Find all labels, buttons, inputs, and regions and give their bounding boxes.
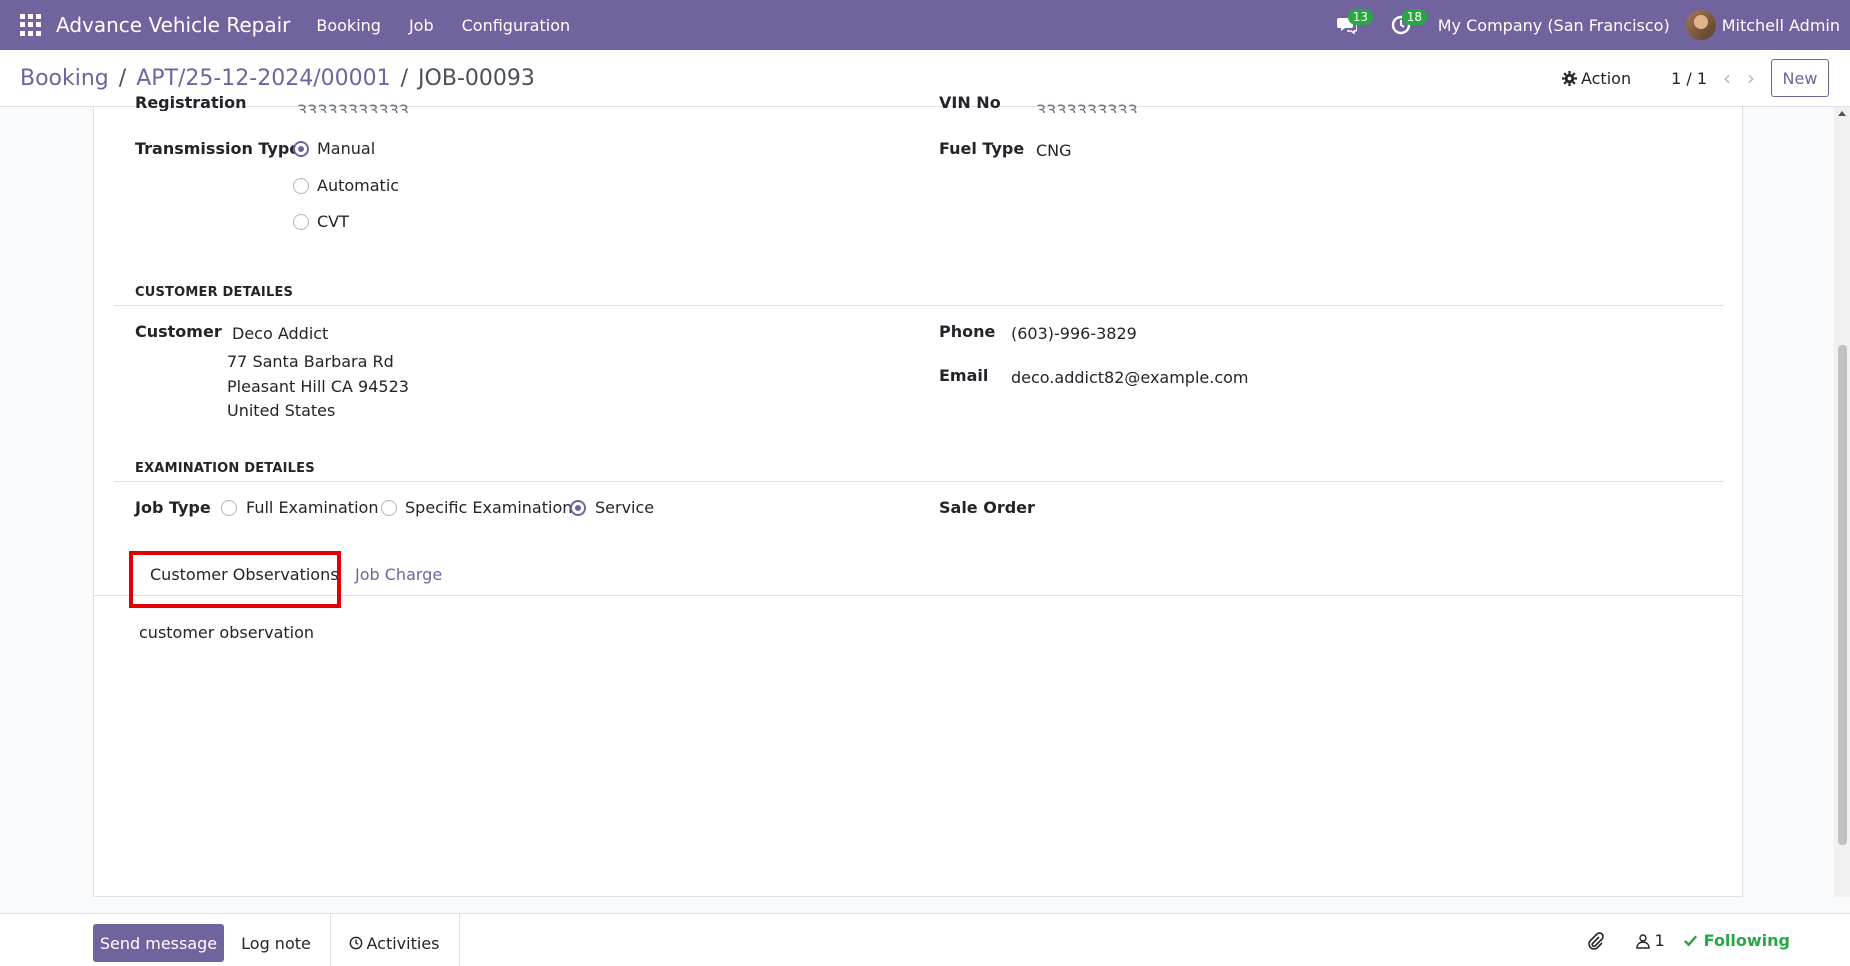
user-menu[interactable]: Mitchell Admin — [1722, 16, 1840, 35]
job-type-full-examination-radio[interactable] — [221, 500, 237, 516]
navbar-systray: 13 18 My Company (San Francisco) Mitchel… — [1320, 0, 1850, 50]
transmission-manual-label[interactable]: Manual — [317, 139, 375, 158]
pager-next-icon[interactable]: › — [1747, 66, 1755, 90]
activities-label: Activities — [366, 933, 440, 953]
breadcrumb-separator: / — [400, 65, 409, 91]
followers-button[interactable]: 1 — [1635, 931, 1665, 950]
customer-address-line: Pleasant Hill CA 94523 — [227, 377, 409, 396]
vin-value[interactable]: 3333333333 — [1036, 99, 1138, 113]
scroll-up-icon[interactable] — [1838, 111, 1846, 116]
avatar[interactable] — [1685, 10, 1716, 40]
messages-count-badge: 13 — [1347, 9, 1374, 25]
transmission-automatic-label[interactable]: Automatic — [317, 176, 399, 195]
activities-count-badge: 18 — [1401, 9, 1428, 25]
transmission-type-label: Transmission Type — [135, 139, 301, 158]
gear-icon — [1561, 70, 1577, 86]
breadcrumb-booking[interactable]: Booking — [20, 66, 109, 91]
menu-item-booking[interactable]: Booking — [302, 16, 395, 35]
company-switcher[interactable]: My Company (San Francisco) — [1438, 16, 1670, 35]
activities-button[interactable]: Activities — [344, 924, 444, 962]
breadcrumb-appointment[interactable]: APT/25-12-2024/00001 — [136, 66, 390, 91]
chatter-divider — [330, 914, 331, 966]
following-label: Following — [1703, 931, 1790, 950]
app-title[interactable]: Advance Vehicle Repair — [56, 13, 290, 37]
customer-section-divider — [114, 305, 1724, 306]
examination-section-title: EXAMINATION DETAILES — [135, 461, 315, 476]
chatter-bar: Send message Log note Activities 1 Follo… — [0, 913, 1850, 966]
customer-address-line: 77 Santa Barbara Rd — [227, 352, 394, 371]
following-button[interactable]: Following — [1683, 931, 1790, 950]
tab-job-charge[interactable]: Job Charge — [355, 565, 442, 584]
top-navbar: Advance Vehicle Repair Booking Job Confi… — [0, 0, 1850, 50]
user-icon — [1636, 933, 1651, 949]
transmission-cvt-label[interactable]: CVT — [317, 212, 349, 231]
paperclip-icon[interactable] — [1585, 931, 1605, 951]
customer-address-line: United States — [227, 401, 336, 420]
fuel-type-label: Fuel Type — [939, 139, 1025, 158]
apps-menu-icon[interactable] — [20, 14, 42, 36]
fuel-type-value[interactable]: CNG — [1036, 141, 1072, 160]
chatter-divider — [459, 914, 460, 966]
customer-observations-content[interactable]: customer observation — [139, 623, 314, 642]
email-value[interactable]: deco.addict82@example.com — [1011, 368, 1249, 387]
new-button[interactable]: New — [1771, 59, 1829, 97]
sale-order-label: Sale Order — [939, 498, 1035, 517]
job-type-service-radio[interactable] — [570, 500, 586, 516]
action-label: Action — [1580, 68, 1632, 88]
messages-button[interactable]: 13 — [1320, 0, 1374, 50]
breadcrumb: Booking / APT/25-12-2024/00001 / JOB-000… — [20, 66, 535, 91]
transmission-cvt-radio[interactable] — [293, 214, 309, 230]
phone-value[interactable]: (603)-996-3829 — [1011, 324, 1137, 343]
customer-label: Customer — [135, 322, 222, 341]
vin-label: VIN No — [939, 95, 1001, 111]
check-icon — [1683, 935, 1697, 947]
menu-item-job[interactable]: Job — [395, 16, 448, 35]
customer-section-title: CUSTOMER DETAILES — [135, 285, 294, 300]
send-message-button[interactable]: Send message — [93, 924, 224, 962]
phone-label: Phone — [939, 322, 996, 341]
main-menu: Booking Job Configuration — [302, 16, 584, 35]
transmission-automatic-radio[interactable] — [293, 178, 309, 194]
breadcrumb-separator: / — [118, 65, 127, 91]
customer-name-link[interactable]: Deco Addict — [232, 324, 328, 343]
registration-value[interactable]: 33333333333 — [297, 99, 409, 113]
job-type-full-examination-label[interactable]: Full Examination — [246, 498, 378, 517]
job-type-label: Job Type — [135, 498, 211, 517]
control-actions: Action 1 / 1 ‹ › New — [1561, 59, 1829, 97]
chatter-right-actions: 1 Following — [1585, 914, 1850, 966]
action-menu-button[interactable]: Action — [1561, 68, 1632, 88]
activities-button[interactable]: 18 — [1374, 0, 1428, 50]
menu-item-configuration[interactable]: Configuration — [448, 16, 585, 35]
log-note-button[interactable]: Log note — [235, 924, 317, 962]
job-type-specific-examination-label[interactable]: Specific Examination — [405, 498, 572, 517]
tab-highlight-box — [129, 551, 341, 608]
transmission-manual-radio[interactable] — [293, 141, 309, 157]
page-scrollbar[interactable] — [1834, 107, 1850, 897]
job-type-specific-examination-radio[interactable] — [381, 500, 397, 516]
form-sheet: Registration 33333333333 VIN No 33333333… — [93, 95, 1743, 897]
breadcrumb-current: JOB-00093 — [418, 65, 535, 91]
tabs-divider — [94, 595, 1742, 596]
control-panel: Booking / APT/25-12-2024/00001 / JOB-000… — [0, 50, 1850, 107]
scrollbar-thumb[interactable] — [1838, 345, 1847, 845]
registration-label: Registration — [135, 95, 247, 111]
examination-section-divider — [114, 481, 1724, 482]
pager-value[interactable]: 1 / 1 — [1671, 69, 1707, 88]
email-label: Email — [939, 366, 989, 385]
pager-previous-icon[interactable]: ‹ — [1723, 66, 1731, 90]
job-type-service-label[interactable]: Service — [595, 498, 654, 517]
clock-icon — [349, 936, 362, 950]
followers-count: 1 — [1654, 931, 1665, 950]
